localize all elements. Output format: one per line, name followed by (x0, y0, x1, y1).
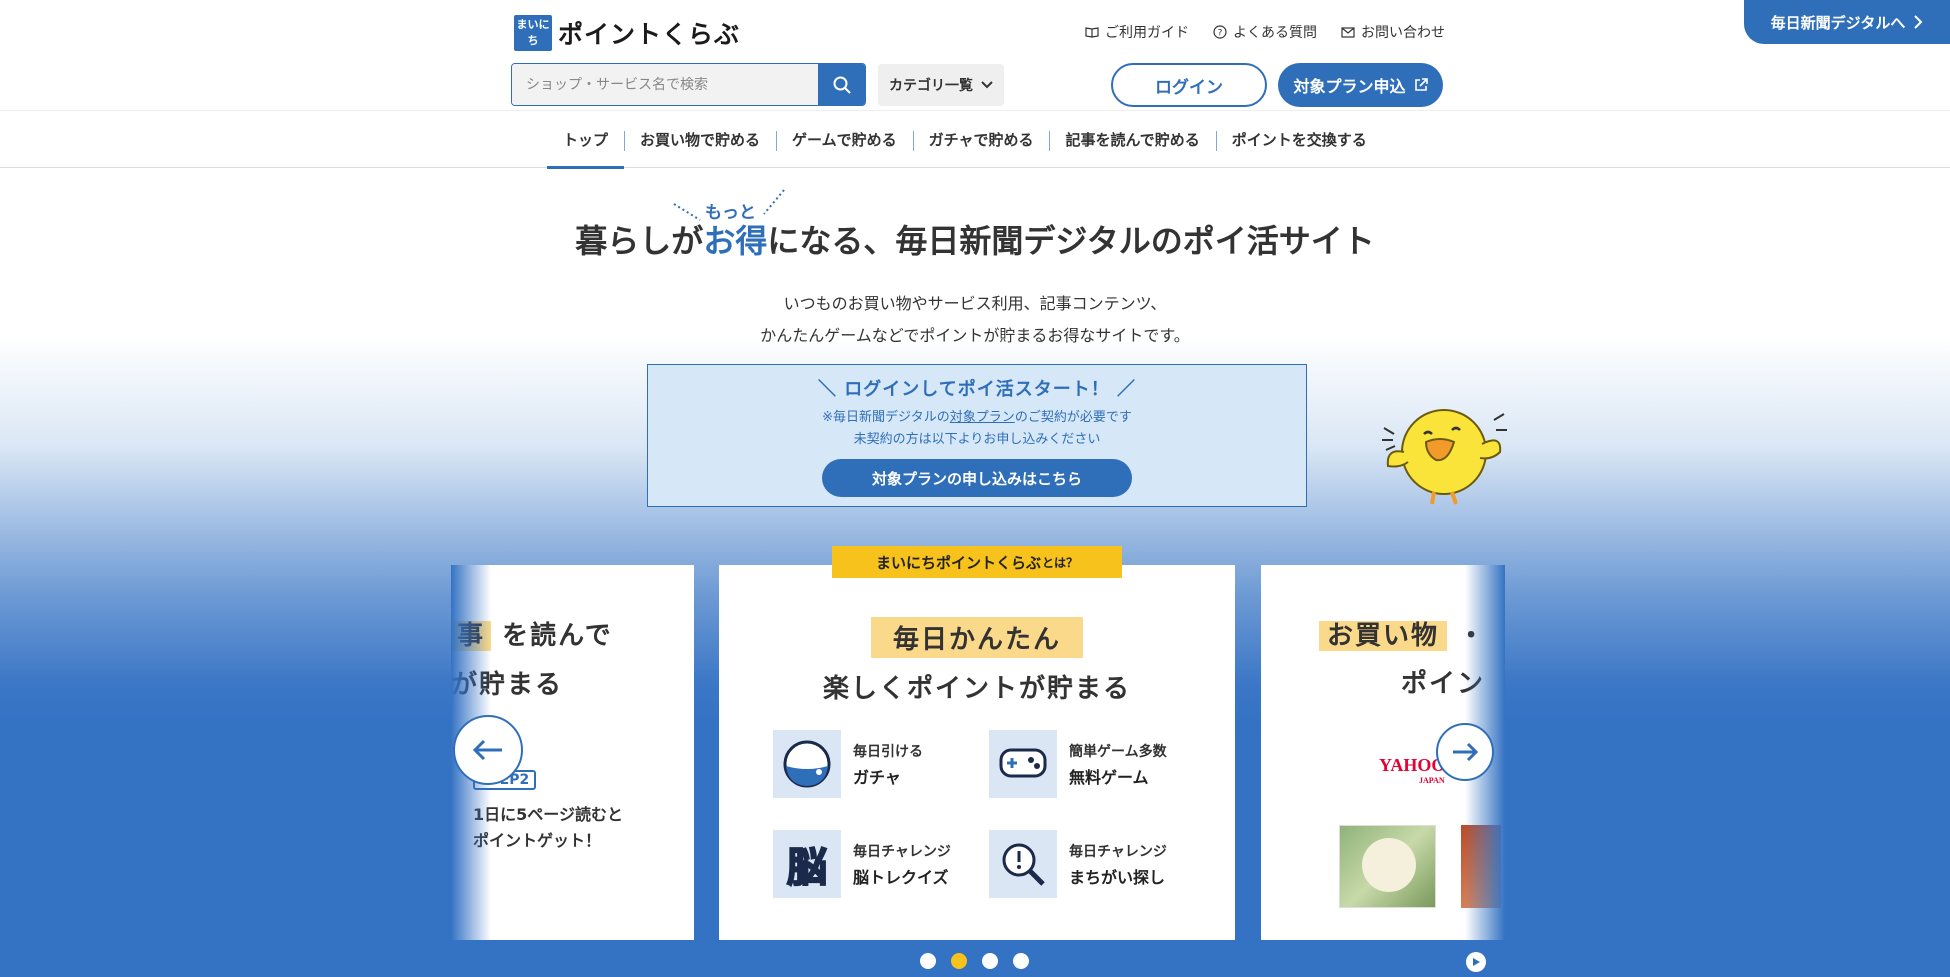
nav-item-gacha[interactable]: ガチャで貯める (912, 111, 1050, 167)
feature-spot-big: まちがい探し (1069, 867, 1166, 887)
note-line2: 未契約の方は以下よりお申し込みください (853, 432, 1101, 447)
shopping-card-heading: お買い物 ・ (1319, 615, 1486, 652)
articles-card-line1: を読んで (502, 621, 613, 651)
step-line2: ポイントゲット！ (473, 831, 602, 850)
nav-items: トップ お買い物で貯める ゲームで貯める ガチャで貯める 記事を読んで貯める ポ… (547, 111, 1383, 169)
carousel-dot-2[interactable] (951, 953, 967, 969)
hero-desc-line2: かんたんゲームなどでポイントが貯まるお得なサイトです。 (760, 326, 1190, 345)
feature-games[interactable]: 簡単ゲーム多数 無料ゲーム (989, 730, 1189, 798)
daily-card-label: 毎日かんたん (870, 617, 1083, 658)
carousel-card-daily[interactable]: 毎日かんたん 楽しくポイントが貯まる 毎日引ける ガチャ 簡単ゲーム多数 無料ゲ… (719, 565, 1235, 940)
arrow-left-icon (472, 739, 502, 761)
search-button[interactable] (818, 64, 865, 105)
login-button[interactable]: ログイン (1111, 63, 1267, 107)
hero-title-after: になる、毎日新聞デジタルのポイ活サイト (767, 222, 1375, 260)
apply-plan-button[interactable]: 対象プラン申込 (1278, 63, 1443, 107)
chevron-right-icon (1914, 15, 1923, 29)
feature-spot-small: 毎日チャレンジ (1069, 843, 1167, 860)
gamepad-icon (989, 730, 1057, 798)
daily-card-sub: 楽しくポイントが貯まる (822, 674, 1131, 704)
note-before: ※毎日新聞デジタルの (822, 410, 950, 425)
apply-plan-label: 対象プラン申込 (1293, 77, 1406, 96)
chevron-down-icon (981, 81, 993, 89)
external-link-icon (1414, 78, 1428, 91)
hero-desc-line1: いつものお買い物やサービス利用、記事コンテンツ、 (783, 294, 1167, 313)
step-text: 1日に5ページ読むと ポイントゲット！ (473, 802, 623, 854)
magnifier-icon (989, 830, 1057, 898)
about-tag: まいにちポイントくらぶ とは？ (832, 546, 1122, 578)
login-cta-title: ＼ ログインしてポイ活スタート！ ／ (818, 379, 1136, 400)
category-label: カテゴリ一覧 (889, 78, 973, 94)
arrow-right-icon (1453, 742, 1479, 762)
nav-item-games[interactable]: ゲームで貯める (776, 111, 913, 167)
site-logo[interactable]: まいにち ポイントくらぶ (514, 15, 740, 51)
mascot-chick (1382, 409, 1507, 505)
guide-link[interactable]: ご利用ガイド (1085, 22, 1189, 42)
feature-spot-difference[interactable]: 毎日チャレンジ まちがい探し (989, 830, 1189, 898)
logo-text: ポイントくらぶ (558, 20, 741, 49)
guide-link-label: ご利用ガイド (1105, 25, 1189, 41)
feature-brain-big: 脳トレクイズ (853, 867, 949, 887)
play-icon (1473, 958, 1480, 966)
question-circle-icon: ? (1213, 25, 1227, 39)
mail-icon (1341, 27, 1355, 38)
nav-item-articles[interactable]: 記事を読んで貯める (1049, 111, 1215, 167)
feature-gacha[interactable]: 毎日引ける ガチャ (773, 730, 989, 798)
yahoo-logo-sub: JAPAN (1419, 776, 1445, 785)
carousel-dots (920, 953, 1029, 969)
nav-item-top[interactable]: トップ (547, 111, 625, 169)
carousel-next-button[interactable] (1436, 723, 1494, 781)
search-input[interactable] (512, 64, 818, 105)
brain-quiz-icon: 脳 (773, 830, 841, 898)
faq-link[interactable]: ? よくある質問 (1213, 22, 1317, 42)
login-cta-panel: ＼ ログインしてポイ活スタート！ ／ ※毎日新聞デジタルの対象プランのご契約が必… (647, 364, 1307, 507)
nav-item-exchange[interactable]: ポイントを交換する (1215, 111, 1383, 167)
logo-mark: まいにち (514, 15, 552, 51)
search-icon (833, 76, 851, 94)
carousel-prev-button[interactable] (453, 715, 523, 785)
carousel-play-button[interactable] (1466, 952, 1486, 972)
feature-games-small: 簡単ゲーム多数 (1069, 743, 1167, 760)
travel-thumbnail[interactable] (1339, 825, 1436, 908)
gacha-ball-icon (773, 730, 841, 798)
feature-grid: 毎日引ける ガチャ 簡単ゲーム多数 無料ゲーム 脳 毎日チャレンジ 脳トレクイズ… (773, 730, 1193, 898)
feature-gacha-small: 毎日引ける (853, 743, 923, 760)
note-after: のご契約が必要です (1014, 410, 1132, 425)
shopping-card-label: お買い物 (1319, 621, 1448, 651)
feature-carousel: 事 を読んで が貯まる STEP2 1日に5ページ読むと ポイントゲット！ 毎日… (451, 565, 1505, 940)
carousel-dot-3[interactable] (982, 953, 998, 969)
hero-title-before: 暮らしが (575, 222, 704, 260)
hero-title-highlight: お得 (703, 222, 768, 260)
main-nav: トップ お買い物で貯める ゲームで貯める ガチャで貯める 記事を読んで貯める ポ… (0, 110, 1950, 169)
nav-item-shopping[interactable]: お買い物で貯める (624, 111, 776, 167)
digital-site-link[interactable]: 毎日新聞デジタルへ (1744, 0, 1950, 44)
book-icon (1085, 27, 1099, 38)
hero-description: いつものお買い物やサービス利用、記事コンテンツ、 かんたんゲームなどでポイントが… (0, 288, 1950, 352)
feature-games-big: 無料ゲーム (1069, 767, 1149, 787)
category-dropdown[interactable]: カテゴリ一覧 (878, 64, 1004, 106)
search-box (511, 63, 866, 106)
step-line1: 1日に5ページ読むと (473, 805, 623, 824)
carousel-dot-1[interactable] (920, 953, 936, 969)
contact-link-label: お問い合わせ (1361, 25, 1445, 41)
login-cta-note: ※毎日新聞デジタルの対象プランのご契約が必要です 未契約の方は以下よりお申し込み… (648, 407, 1306, 451)
digital-site-label: 毎日新聞デジタルへ (1770, 13, 1906, 32)
utility-links: ご利用ガイド ? よくある質問 お問い合わせ (1085, 22, 1445, 42)
apply-plan-cta-button[interactable]: 対象プランの申し込みはこちら (822, 459, 1132, 497)
feature-brain-small: 毎日チャレンジ (853, 843, 951, 860)
about-tag-small: とは？ (1042, 555, 1079, 570)
svg-text:脳: 脳 (787, 845, 827, 889)
feature-brain-quiz[interactable]: 脳 毎日チャレンジ 脳トレクイズ (773, 830, 989, 898)
motto-decoration-right (763, 189, 785, 215)
feature-gacha-big: ガチャ (853, 767, 901, 787)
target-plan-link[interactable]: 対象プラン (950, 410, 1015, 425)
about-tag-main: まいにちポイントくらぶ (875, 553, 1041, 572)
contact-link[interactable]: お問い合わせ (1341, 22, 1445, 42)
travel-thumbnail-badge (1362, 838, 1416, 892)
hero-title: 暮らしがお得になる、毎日新聞デジタルのポイ活サイト (0, 216, 1950, 262)
svg-text:?: ? (1218, 29, 1223, 39)
carousel-dot-4[interactable] (1013, 953, 1029, 969)
faq-link-label: よくある質問 (1233, 25, 1317, 41)
